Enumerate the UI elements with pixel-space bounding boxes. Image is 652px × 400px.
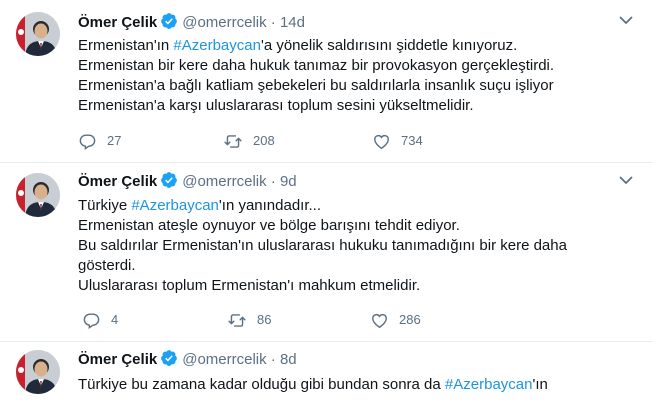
chevron-down-icon[interactable] xyxy=(616,170,636,190)
tweet-line: Türkiye bu zamana kadar olduğu gibi bund… xyxy=(78,375,638,395)
verified-badge-icon xyxy=(160,349,178,373)
reply-button[interactable]: 4 xyxy=(82,310,118,330)
tweet-text-segment: Ermenistan bir kere daha hukuk tanımaz b… xyxy=(78,57,555,74)
reply-count: 27 xyxy=(107,133,122,148)
tweet[interactable]: Ömer Çelik @omerrcelik · 9d Türkiye #Azer… xyxy=(0,163,652,342)
like-count: 734 xyxy=(401,133,423,148)
avatar[interactable] xyxy=(16,350,60,394)
tweet-line: Ermenistan bir kere daha hukuk tanımaz b… xyxy=(78,56,638,76)
tweet-line: Ermenistan'a bağlı katliam şebekeleri bu… xyxy=(78,76,638,96)
tweet-text-segment: Türkiye bu zamana kadar olduğu gibi bund… xyxy=(78,376,445,393)
retweet-icon xyxy=(224,134,242,148)
reply-count: 4 xyxy=(111,312,119,327)
retweet-count: 208 xyxy=(253,133,275,148)
tweet-text-segment: Bu saldırılar Ermenistan'ın uluslararası… xyxy=(78,237,567,254)
tweet-line: Türkiye #Azerbaycan'ın yanındadır... xyxy=(78,196,638,216)
tweet-header: Ömer Çelik @omerrcelik · 8d xyxy=(78,349,636,369)
tweet-line: Uluslararası toplum Ermenistan'ı mahkum … xyxy=(78,276,638,296)
retweet-icon xyxy=(228,313,246,327)
tweet-timestamp[interactable]: 14d xyxy=(280,14,305,31)
reply-icon xyxy=(83,312,100,329)
chevron-down-icon[interactable] xyxy=(616,10,636,30)
hashtag-link[interactable]: #Azerbaycan xyxy=(173,37,261,54)
tweet-text-segment: 'ın xyxy=(532,376,548,393)
separator-dot: · xyxy=(270,173,276,190)
reply-button[interactable]: 27 xyxy=(78,131,121,151)
tweet-line: gösterdi. xyxy=(78,256,638,276)
tweet-text-segment: 'ın yanındadır... xyxy=(218,197,322,214)
tweet-line: Ermenistan ateşle oynuyor ve bölge barış… xyxy=(78,216,638,236)
hashtag-link[interactable]: #Azerbaycan xyxy=(445,376,533,393)
tweet-text-segment: Uluslararası toplum Ermenistan'ı mahkum … xyxy=(78,277,421,294)
verified-badge-icon xyxy=(160,171,178,195)
avatar[interactable] xyxy=(16,12,60,56)
like-button[interactable]: 286 xyxy=(370,310,421,330)
author-name[interactable]: Ömer Çelik xyxy=(78,14,157,31)
reply-icon xyxy=(79,133,96,150)
tweet-line: Bu saldırılar Ermenistan'ın uluslararası… xyxy=(78,236,638,256)
tweet-text-segment: 'a yönelik saldırısını şiddetle kınıyoru… xyxy=(260,37,518,54)
tweet-text-segment: Ermenistan ateşle oynuyor ve bölge barış… xyxy=(78,217,460,234)
tweet-timestamp[interactable]: 8d xyxy=(280,351,297,368)
hashtag-link[interactable]: #Azerbaycan xyxy=(131,197,219,214)
tweet-text-segment: Türkiye xyxy=(78,197,132,214)
tweet-header: Ömer Çelik @omerrcelik · 14d xyxy=(78,12,636,32)
tweet-header: Ömer Çelik @omerrcelik · 9d xyxy=(78,171,636,191)
author-name[interactable]: Ömer Çelik xyxy=(78,173,157,190)
author-handle[interactable]: @omerrcelik xyxy=(182,351,266,368)
retweet-button[interactable]: 208 xyxy=(223,131,275,151)
tweet-text-segment: Ermenistan'a bağlı katliam şebekeleri bu… xyxy=(78,77,554,94)
tweet-line: Ermenistan'a karşı uluslararası toplum s… xyxy=(78,96,638,116)
author-handle[interactable]: @omerrcelik xyxy=(182,173,266,190)
tweet-text-segment: gösterdi. xyxy=(78,257,136,274)
author-name[interactable]: Ömer Çelik xyxy=(78,351,157,368)
tweet-line: Ermenistan'ın #Azerbaycan'a yönelik sald… xyxy=(78,36,638,56)
tweet[interactable]: Ömer Çelik @omerrcelik · 8d Türkiye bu za… xyxy=(0,342,652,400)
tweet-text: Ermenistan'ın #Azerbaycan'a yönelik sald… xyxy=(78,36,638,116)
retweet-count: 86 xyxy=(257,312,272,327)
tweet-timestamp[interactable]: 9d xyxy=(280,173,297,190)
separator-dot: · xyxy=(270,14,276,31)
like-button[interactable]: 734 xyxy=(372,131,423,151)
separator-dot: · xyxy=(270,351,276,368)
verified-badge-icon xyxy=(160,12,178,36)
tweet[interactable]: Ömer Çelik @omerrcelik · 14d Ermenistan'ı… xyxy=(0,0,652,163)
like-icon xyxy=(372,313,387,328)
author-handle[interactable]: @omerrcelik xyxy=(182,14,266,31)
tweet-text: Türkiye #Azerbaycan'ın yanındadır... Erme… xyxy=(78,196,638,296)
tweet-text: Türkiye bu zamana kadar olduğu gibi bund… xyxy=(78,375,638,395)
tweet-text-segment: Ermenistan'a karşı uluslararası toplum s… xyxy=(78,97,474,114)
avatar[interactable] xyxy=(16,173,60,217)
retweet-button[interactable]: 86 xyxy=(227,310,271,330)
like-icon xyxy=(374,134,389,149)
tweet-text-segment: Ermenistan'ın xyxy=(78,37,174,54)
like-count: 286 xyxy=(399,312,421,327)
